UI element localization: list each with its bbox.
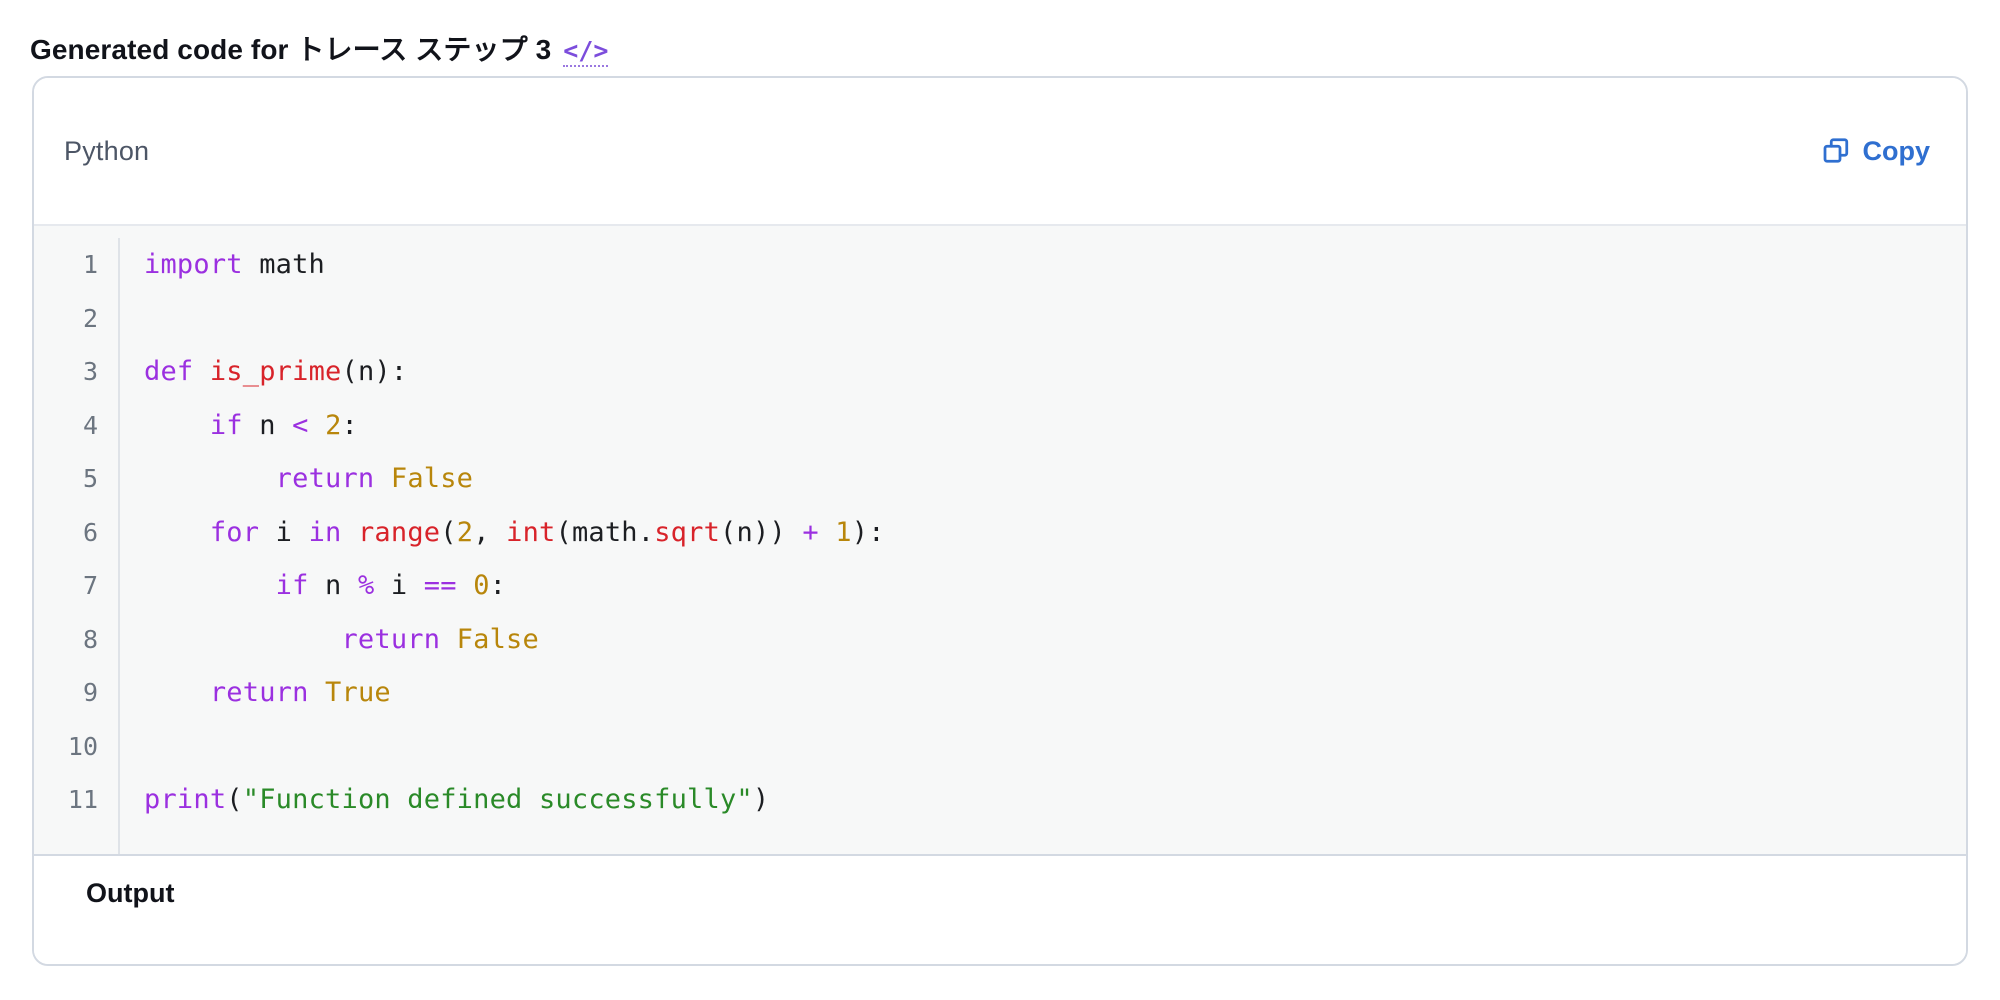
code-token: True bbox=[325, 677, 391, 708]
code-token: in bbox=[308, 516, 342, 548]
code-token: for bbox=[209, 516, 260, 548]
code-token: int bbox=[506, 516, 556, 548]
code-token: sqrt bbox=[654, 516, 721, 548]
code-token: n bbox=[308, 570, 358, 601]
line-number: 11 bbox=[67, 785, 98, 814]
code-line: return False bbox=[144, 452, 1966, 506]
code-token: def bbox=[144, 356, 194, 387]
code-token: : bbox=[489, 570, 507, 601]
code-token: math bbox=[242, 249, 326, 280]
output-section: Output bbox=[34, 856, 1966, 964]
code-token: import bbox=[144, 249, 243, 280]
line-number: 10 bbox=[67, 731, 98, 761]
code-token: ( bbox=[226, 784, 243, 815]
code-token: < bbox=[292, 409, 309, 441]
code-token: ): bbox=[851, 516, 885, 548]
code-token: + bbox=[802, 516, 819, 548]
code-token: == bbox=[423, 570, 457, 601]
copy-icon bbox=[1821, 136, 1851, 166]
code-token: False bbox=[456, 623, 539, 655]
line-number: 5 bbox=[82, 464, 98, 493]
code-line: import math bbox=[144, 238, 1966, 292]
code-token: return bbox=[209, 677, 309, 708]
code-token: ( bbox=[440, 516, 457, 548]
code-token: (n): bbox=[341, 356, 408, 387]
code-line: if n < 2: bbox=[144, 399, 1966, 453]
code-card-header: Python Copy bbox=[34, 78, 1966, 226]
line-number: 1 bbox=[82, 250, 98, 279]
page-title-row: Generated code for トレース ステップ 3 </> bbox=[30, 28, 609, 68]
code-token: 2 bbox=[456, 516, 474, 548]
code-token: % bbox=[357, 570, 375, 601]
copy-button[interactable]: Copy bbox=[1819, 132, 1933, 171]
code-line: return False bbox=[144, 613, 1966, 667]
code-tag-icon[interactable]: </> bbox=[563, 38, 609, 67]
line-number: 3 bbox=[82, 357, 98, 386]
line-number: 2 bbox=[82, 303, 98, 333]
code-token: , bbox=[473, 516, 507, 548]
code-line: def is_prime(n): bbox=[144, 345, 1966, 399]
code-line: return True bbox=[144, 666, 1966, 720]
page-title: Generated code for トレース ステップ 3 bbox=[30, 34, 552, 65]
code-line: if n % i == 0: bbox=[144, 559, 1966, 613]
code-token: if bbox=[275, 570, 309, 601]
code-token: (n)) bbox=[720, 516, 803, 548]
code-token: i bbox=[259, 516, 309, 548]
code-token: ) bbox=[752, 784, 770, 815]
copy-button-label: Copy bbox=[1862, 135, 1931, 166]
code-token: if bbox=[209, 409, 243, 441]
code-token: return bbox=[341, 623, 441, 655]
code-token: print bbox=[144, 784, 227, 815]
line-number: 9 bbox=[82, 678, 98, 707]
code-token: "Function defined successfully" bbox=[242, 784, 753, 815]
line-number: 6 bbox=[82, 517, 98, 547]
line-number: 4 bbox=[82, 410, 98, 440]
line-number: 7 bbox=[82, 571, 98, 600]
code-token: n bbox=[242, 409, 293, 441]
code-token: False bbox=[390, 463, 474, 494]
code-token: (math. bbox=[555, 516, 655, 548]
output-label: Output bbox=[86, 878, 175, 908]
code-token: is_prime bbox=[209, 356, 342, 387]
code-token: i bbox=[374, 570, 424, 601]
code-content[interactable]: import math def is_prime(n): if n < 2: r… bbox=[120, 238, 1966, 854]
code-line: for i in range(2, int(math.sqrt(n)) + 1)… bbox=[144, 506, 1966, 560]
page-root: Generated code for トレース ステップ 3 </> Pytho… bbox=[0, 0, 2000, 1000]
code-token: return bbox=[275, 463, 375, 494]
code-token: range bbox=[357, 516, 441, 548]
code-block-card: Python Copy 1 2 3 4 5 6 7 8 9 10 11 import math de… bbox=[32, 76, 1968, 966]
code-token: 0 bbox=[473, 570, 490, 601]
code-token: : bbox=[341, 409, 358, 441]
line-number-gutter: 1 2 3 4 5 6 7 8 9 10 11 bbox=[34, 238, 120, 854]
code-editor-body[interactable]: 1 2 3 4 5 6 7 8 9 10 11 import math def is_prime(n… bbox=[34, 226, 1966, 856]
code-token: 1 bbox=[835, 516, 852, 548]
code-token: 2 bbox=[325, 409, 342, 441]
language-label: Python bbox=[64, 135, 150, 166]
line-number: 8 bbox=[82, 624, 98, 654]
code-line: print("Function defined successfully") bbox=[144, 773, 1966, 827]
